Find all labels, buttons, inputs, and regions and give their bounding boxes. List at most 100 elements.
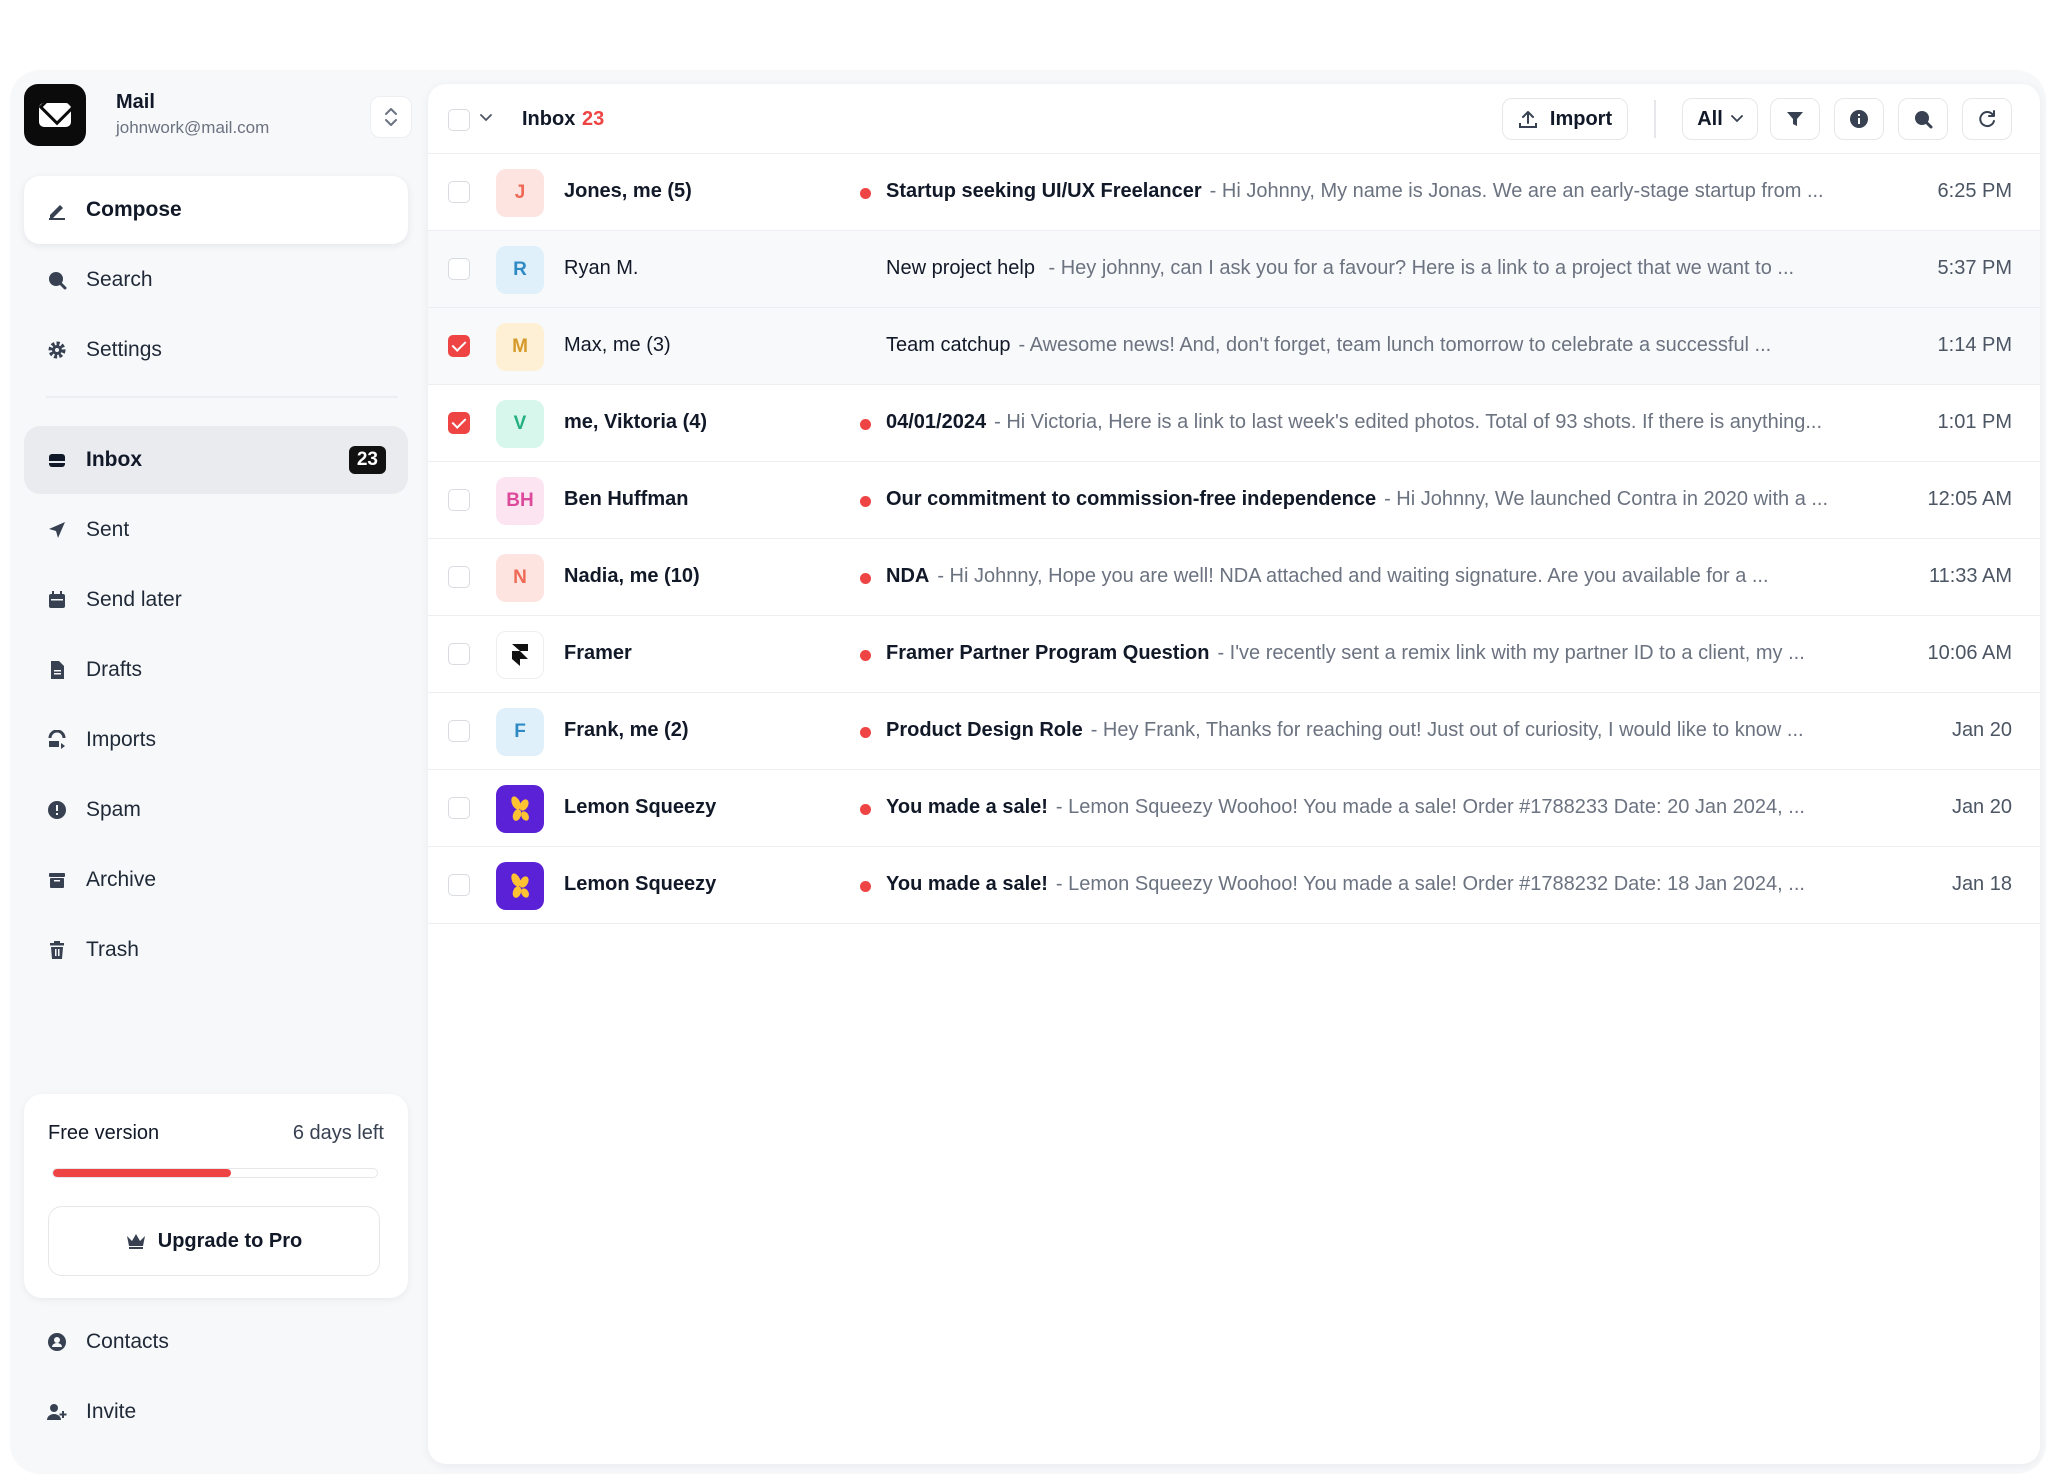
search-button[interactable] <box>1898 98 1948 140</box>
email-subject: Team catchup <box>886 334 1011 356</box>
email-time: 1:01 PM <box>1937 411 2012 433</box>
email-row[interactable]: J Jones, me (5) Startup seeking UI/UX Free… <box>428 154 2040 231</box>
gear-icon <box>46 339 68 361</box>
email-summary: You made a sale! - Lemon Squeezy Woohoo! … <box>886 796 1886 819</box>
sidebar-item-inbox[interactable]: Inbox 23 <box>24 426 408 494</box>
sidebar-divider <box>46 396 398 398</box>
sidebar-item-imports[interactable]: Imports <box>24 706 408 774</box>
email-sender: Jones, me (5) <box>564 180 692 202</box>
spam-label: Spam <box>86 798 141 821</box>
sidebar-item-settings[interactable]: Settings <box>24 316 408 384</box>
email-list: J Jones, me (5) Startup seeking UI/UX Free… <box>428 154 2040 924</box>
email-row-checkbox[interactable] <box>448 720 470 742</box>
inbox-toolbar: Inbox 23 Import All <box>428 84 2040 154</box>
sidebar: Mail johnwork@mail.com Compose Search Se… <box>10 70 418 1474</box>
upgrade-button[interactable]: Upgrade to Pro <box>48 1206 380 1276</box>
avatar: J <box>496 169 544 217</box>
email-preview: - Lemon Squeezy Woohoo! You made a sale!… <box>1055 873 1805 895</box>
email-subject: You made a sale! <box>886 873 1048 895</box>
email-row[interactable]: F Frank, me (2) Product Design Role - Hey F… <box>428 693 2040 770</box>
info-circle-icon <box>1849 109 1869 129</box>
trash-icon <box>46 939 68 961</box>
filter-dropdown[interactable]: All <box>1682 98 1758 140</box>
filter-button[interactable] <box>1770 98 1820 140</box>
sidebar-item-trash[interactable]: Trash <box>24 916 408 984</box>
sidebar-item-send-later[interactable]: Send later <box>24 566 408 634</box>
lemon-squeezy-logo-icon <box>496 862 544 910</box>
email-subject: Product Design Role <box>886 719 1083 741</box>
email-sender: Ryan M. <box>564 257 639 279</box>
trial-progress-fill <box>53 1169 232 1177</box>
email-row-checkbox[interactable] <box>448 489 470 511</box>
email-summary: 04/01/2024 - Hi Victoria, Here is a link … <box>886 411 1886 434</box>
unread-dot <box>860 496 871 507</box>
user-plus-icon <box>46 1401 68 1423</box>
email-subject: New project help <box>886 257 1035 279</box>
email-row-checkbox[interactable] <box>448 797 470 819</box>
unread-dot <box>860 188 871 199</box>
email-row-checkbox[interactable] <box>448 181 470 203</box>
contact-icon <box>46 1331 68 1353</box>
email-subject: Startup seeking UI/UX Freelancer <box>886 180 1202 202</box>
import-button[interactable]: Import <box>1502 98 1628 140</box>
email-row-checkbox[interactable] <box>448 412 470 434</box>
email-summary: Our commitment to commission-free indepe… <box>886 488 1886 511</box>
email-preview: - Awesome news! And, don't forget, team … <box>1018 334 1772 356</box>
sidebar-item-invite[interactable]: Invite <box>24 1378 408 1446</box>
avatar: M <box>496 323 544 371</box>
email-time: Jan 20 <box>1951 719 2012 741</box>
inbox-count-badge: 23 <box>348 446 386 474</box>
email-row[interactable]: Vme, Viktoria (4) 04/01/2024 - Hi Victoria… <box>428 385 2040 462</box>
trash-label: Trash <box>86 938 139 961</box>
send-icon <box>46 519 68 541</box>
refresh-button[interactable] <box>1962 98 2012 140</box>
imports-label: Imports <box>86 728 157 751</box>
document-icon <box>46 659 68 681</box>
avatar: R <box>496 246 544 294</box>
sidebar-item-drafts[interactable]: Drafts <box>24 636 408 704</box>
email-row-checkbox[interactable] <box>448 335 470 357</box>
search-icon <box>46 269 68 291</box>
email-row[interactable]: M Max, me (3) Team catchup - Awesome news! … <box>428 308 2040 385</box>
account-switcher[interactable]: Mail johnwork@mail.com <box>24 84 414 148</box>
email-summary: Team catchup - Awesome news! And, don't f… <box>886 334 1886 357</box>
sidebar-item-archive[interactable]: Archive <box>24 846 408 914</box>
email-row[interactable]: Lemon Squeezy You made a sale! - Lemon Squ… <box>428 847 2040 924</box>
email-subject: NDA <box>886 565 930 587</box>
search-label: Search <box>86 268 153 291</box>
email-row[interactable]: Framer Framer Partner Program Question - I… <box>428 616 2040 693</box>
sidebar-item-contacts[interactable]: Contacts <box>24 1308 408 1376</box>
email-subject: Framer Partner Program Question <box>886 642 1210 664</box>
trial-progress-bar <box>52 1168 378 1178</box>
email-row[interactable]: Lemon Squeezy You made a sale! - Lemon Squ… <box>428 770 2040 847</box>
email-row[interactable]: N Nadia, me (10) NDA - Hi Johnny, Hope you … <box>428 539 2040 616</box>
upgrade-label: Upgrade to Pro <box>157 1229 303 1252</box>
chevron-down-icon <box>1730 115 1743 123</box>
account-email: johnwork@mail.com <box>116 118 270 137</box>
sidebar-item-spam[interactable]: Spam <box>24 776 408 844</box>
toolbar-divider <box>1654 100 1656 138</box>
email-row-checkbox[interactable] <box>448 643 470 665</box>
email-sender: Framer <box>564 642 632 664</box>
email-row-checkbox[interactable] <box>448 258 470 280</box>
upload-icon <box>1518 109 1538 129</box>
chevron-up-down-icon[interactable] <box>370 96 412 138</box>
email-row-checkbox[interactable] <box>448 874 470 896</box>
sidebar-item-sent[interactable]: Sent <box>24 496 408 564</box>
chevron-down-icon[interactable] <box>478 110 494 126</box>
email-row[interactable]: R Ryan M. New project help - Hey johnny, c… <box>428 231 2040 308</box>
email-preview: - Hey johnny, can I ask you for a favour… <box>1042 257 1795 279</box>
email-sender: Lemon Squeezy <box>564 796 717 818</box>
mail-logo-icon <box>24 84 86 146</box>
email-row-checkbox[interactable] <box>448 566 470 588</box>
avatar: N <box>496 554 544 602</box>
select-all-checkbox[interactable] <box>448 109 470 131</box>
inbox-icon <box>46 449 68 471</box>
email-preview: - Hi Johnny, My name is Jonas. We are an… <box>1209 180 1824 202</box>
trial-label: Free version <box>48 1122 160 1144</box>
compose-button[interactable]: Compose <box>24 176 408 244</box>
email-time: 11:33 AM <box>1928 565 2012 587</box>
email-row[interactable]: BH Ben Huffman Our commitment to commissio… <box>428 462 2040 539</box>
sidebar-item-search[interactable]: Search <box>24 246 408 314</box>
info-button[interactable] <box>1834 98 1884 140</box>
